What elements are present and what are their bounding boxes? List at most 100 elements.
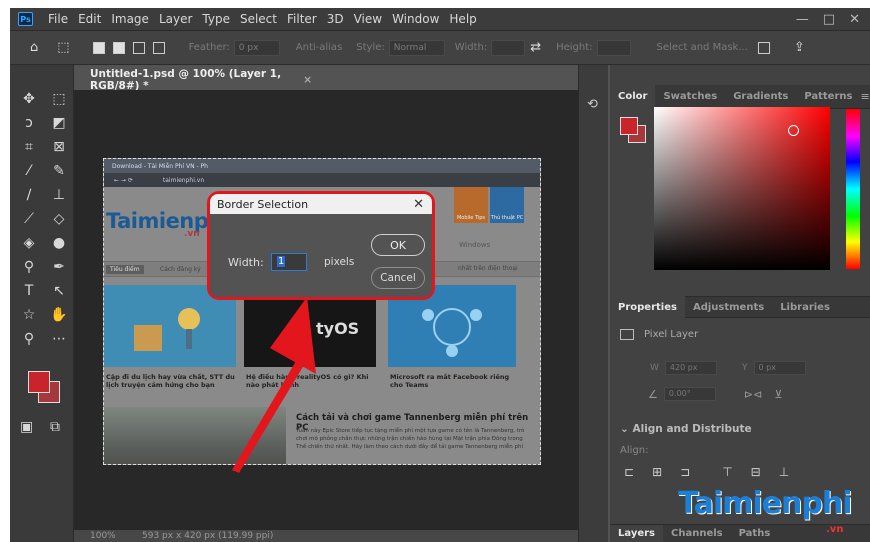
align-center-v-icon[interactable]: ⊟ xyxy=(751,465,761,479)
panel-menu-icon[interactable]: ≡ xyxy=(860,90,869,103)
pixel-layer-row: Pixel Layer xyxy=(620,329,698,340)
status-bar: 100% 593 px x 420 px (119.99 ppi) xyxy=(74,530,578,542)
menu-help[interactable]: Help xyxy=(444,12,481,26)
menu-window[interactable]: Window xyxy=(387,12,444,26)
zoom-level[interactable]: 100% xyxy=(90,531,142,541)
document-tab-close[interactable]: × xyxy=(303,74,312,86)
align-left-icon[interactable]: ⊏ xyxy=(624,465,634,479)
mask-icon[interactable] xyxy=(757,41,770,54)
document-tab-title: Untitled-1.psd @ 100% (Layer 1, RGB/8#) … xyxy=(90,68,282,92)
style-select[interactable]: Normal xyxy=(388,39,445,56)
tab-layers[interactable]: Layers xyxy=(610,524,663,542)
eyedropper-tool-icon[interactable]: ⁄ xyxy=(14,159,44,183)
ticker-right-text: nhất trên điện thoại xyxy=(458,265,518,272)
frame-tool-icon[interactable]: ⊠ xyxy=(44,135,74,159)
document-tab[interactable]: Untitled-1.psd @ 100% (Layer 1, RGB/8#) … xyxy=(80,68,312,92)
w-input[interactable]: 420 px xyxy=(664,361,717,375)
close-window-button[interactable]: ✕ xyxy=(849,12,860,27)
intersect-selection-button[interactable] xyxy=(152,41,165,54)
flip-vertical-icon[interactable]: ⊻ xyxy=(774,388,782,401)
blur-tool-icon[interactable]: ● xyxy=(44,231,74,255)
history-brush-tool-icon[interactable]: ⟋ xyxy=(14,207,44,231)
brush-tool-icon[interactable]: ∕ xyxy=(14,183,44,207)
hue-slider[interactable] xyxy=(846,109,860,269)
menu-select[interactable]: Select xyxy=(235,12,282,26)
pen-tool-icon[interactable]: ✒ xyxy=(44,255,74,279)
home-icon[interactable]: ⌂ xyxy=(30,40,38,55)
antialias-checkbox[interactable]: Anti-alias xyxy=(296,42,343,53)
menu-file[interactable]: File xyxy=(43,12,73,26)
type-tool-icon[interactable]: T xyxy=(14,279,44,303)
height-input[interactable] xyxy=(596,39,631,56)
align-header[interactable]: ⌄ Align and Distribute xyxy=(620,423,752,435)
minimize-button[interactable]: — xyxy=(796,12,809,27)
menu-edit[interactable]: Edit xyxy=(73,12,106,26)
stamp-tool-icon[interactable]: ⊥ xyxy=(44,183,74,207)
tab-paths[interactable]: Paths xyxy=(731,525,779,542)
cat-tile-mobile: Mobile Tips xyxy=(454,187,488,223)
menu-layer[interactable]: Layer xyxy=(154,12,197,26)
panel-foreground-color[interactable] xyxy=(620,117,638,135)
crop-tool-icon[interactable]: ⌗ xyxy=(14,135,44,159)
shape-tool-icon[interactable]: ☆ xyxy=(14,303,44,327)
path-select-tool-icon[interactable]: ↖ xyxy=(44,279,74,303)
options-bar: ⌂ ⬚ Feather: 0 px Anti-alias Style: Norm… xyxy=(10,31,870,65)
align-center-h-icon[interactable]: ⊞ xyxy=(652,465,662,479)
tab-channels[interactable]: Channels xyxy=(663,525,731,542)
tab-adjustments[interactable]: Adjustments xyxy=(685,296,772,318)
history-panel-icon[interactable]: ⟲ xyxy=(587,97,598,112)
color-picker-cursor[interactable] xyxy=(788,125,799,136)
marquee-tool-icon[interactable]: ⬚ xyxy=(44,87,74,111)
object-select-tool-icon[interactable]: ◩ xyxy=(44,111,74,135)
color-swatches[interactable] xyxy=(28,371,68,411)
tab-color[interactable]: Color xyxy=(610,84,656,109)
back-icon: ← → ⟳ xyxy=(114,176,133,184)
dialog-width-input[interactable]: 1 xyxy=(271,253,307,271)
menu-type[interactable]: Type xyxy=(197,12,235,26)
screen-mode-icon[interactable]: ⧉ xyxy=(50,419,60,435)
tab-swatches[interactable]: Swatches xyxy=(655,85,725,109)
select-and-mask-button[interactable]: Select and Mask... xyxy=(657,42,748,53)
subtract-selection-button[interactable] xyxy=(132,41,145,54)
feather-input[interactable]: 0 px xyxy=(233,39,280,56)
tab-properties[interactable]: Properties xyxy=(610,296,685,318)
tab-gradients[interactable]: Gradients xyxy=(725,85,796,109)
browser-url: taimienphi.vn xyxy=(162,176,205,184)
lasso-tool-icon[interactable]: ↄ xyxy=(14,111,44,135)
add-selection-button[interactable] xyxy=(112,41,125,54)
tab-libraries[interactable]: Libraries xyxy=(772,296,838,318)
share-icon[interactable]: ⇪ xyxy=(794,40,805,55)
healing-brush-tool-icon[interactable]: ✎ xyxy=(44,159,74,183)
swap-icon[interactable]: ⇄ xyxy=(530,40,541,55)
color-field[interactable] xyxy=(654,107,830,270)
bucket-tool-icon[interactable]: ◈ xyxy=(14,231,44,255)
zoom-tool-icon[interactable]: ⚲ xyxy=(14,327,44,351)
align-top-icon[interactable]: ⊤ xyxy=(722,465,732,479)
width-input[interactable] xyxy=(491,39,526,56)
menu-image[interactable]: Image xyxy=(106,12,154,26)
dialog-close-icon[interactable]: ✕ xyxy=(413,197,424,212)
hand-tool-icon[interactable]: ✋ xyxy=(44,303,74,327)
new-selection-button[interactable] xyxy=(92,41,105,54)
eraser-tool-icon[interactable]: ◇ xyxy=(44,207,74,231)
foreground-color[interactable] xyxy=(28,371,50,393)
dodge-tool-icon[interactable]: ⚲ xyxy=(14,255,44,279)
more-tools-icon[interactable]: ⋯ xyxy=(44,327,74,351)
y-input[interactable]: 0 px xyxy=(753,361,806,375)
cancel-button[interactable]: Cancel xyxy=(371,267,425,289)
align-bottom-icon[interactable]: ⊥ xyxy=(779,465,789,479)
ok-button[interactable]: OK xyxy=(371,234,425,256)
document-info: 593 px x 420 px (119.99 ppi) xyxy=(142,531,274,541)
move-tool-icon[interactable]: ✥ xyxy=(14,87,44,111)
menu-view[interactable]: View xyxy=(349,12,387,26)
tab-patterns[interactable]: Patterns xyxy=(796,85,860,109)
align-right-icon[interactable]: ⊐ xyxy=(680,465,690,479)
quick-mask-icon[interactable]: ▣ xyxy=(20,419,33,435)
maximize-button[interactable]: □ xyxy=(823,12,835,27)
rotation-input[interactable]: 0.00° xyxy=(663,387,716,401)
marquee-preset-icon[interactable]: ⬚ xyxy=(57,40,69,55)
watermark-logo: Taimienphi .vn xyxy=(678,486,852,535)
menu-filter[interactable]: Filter xyxy=(282,12,322,26)
menu-3d[interactable]: 3D xyxy=(322,12,349,26)
flip-horizontal-icon[interactable]: ⊳⊲ xyxy=(744,388,762,401)
